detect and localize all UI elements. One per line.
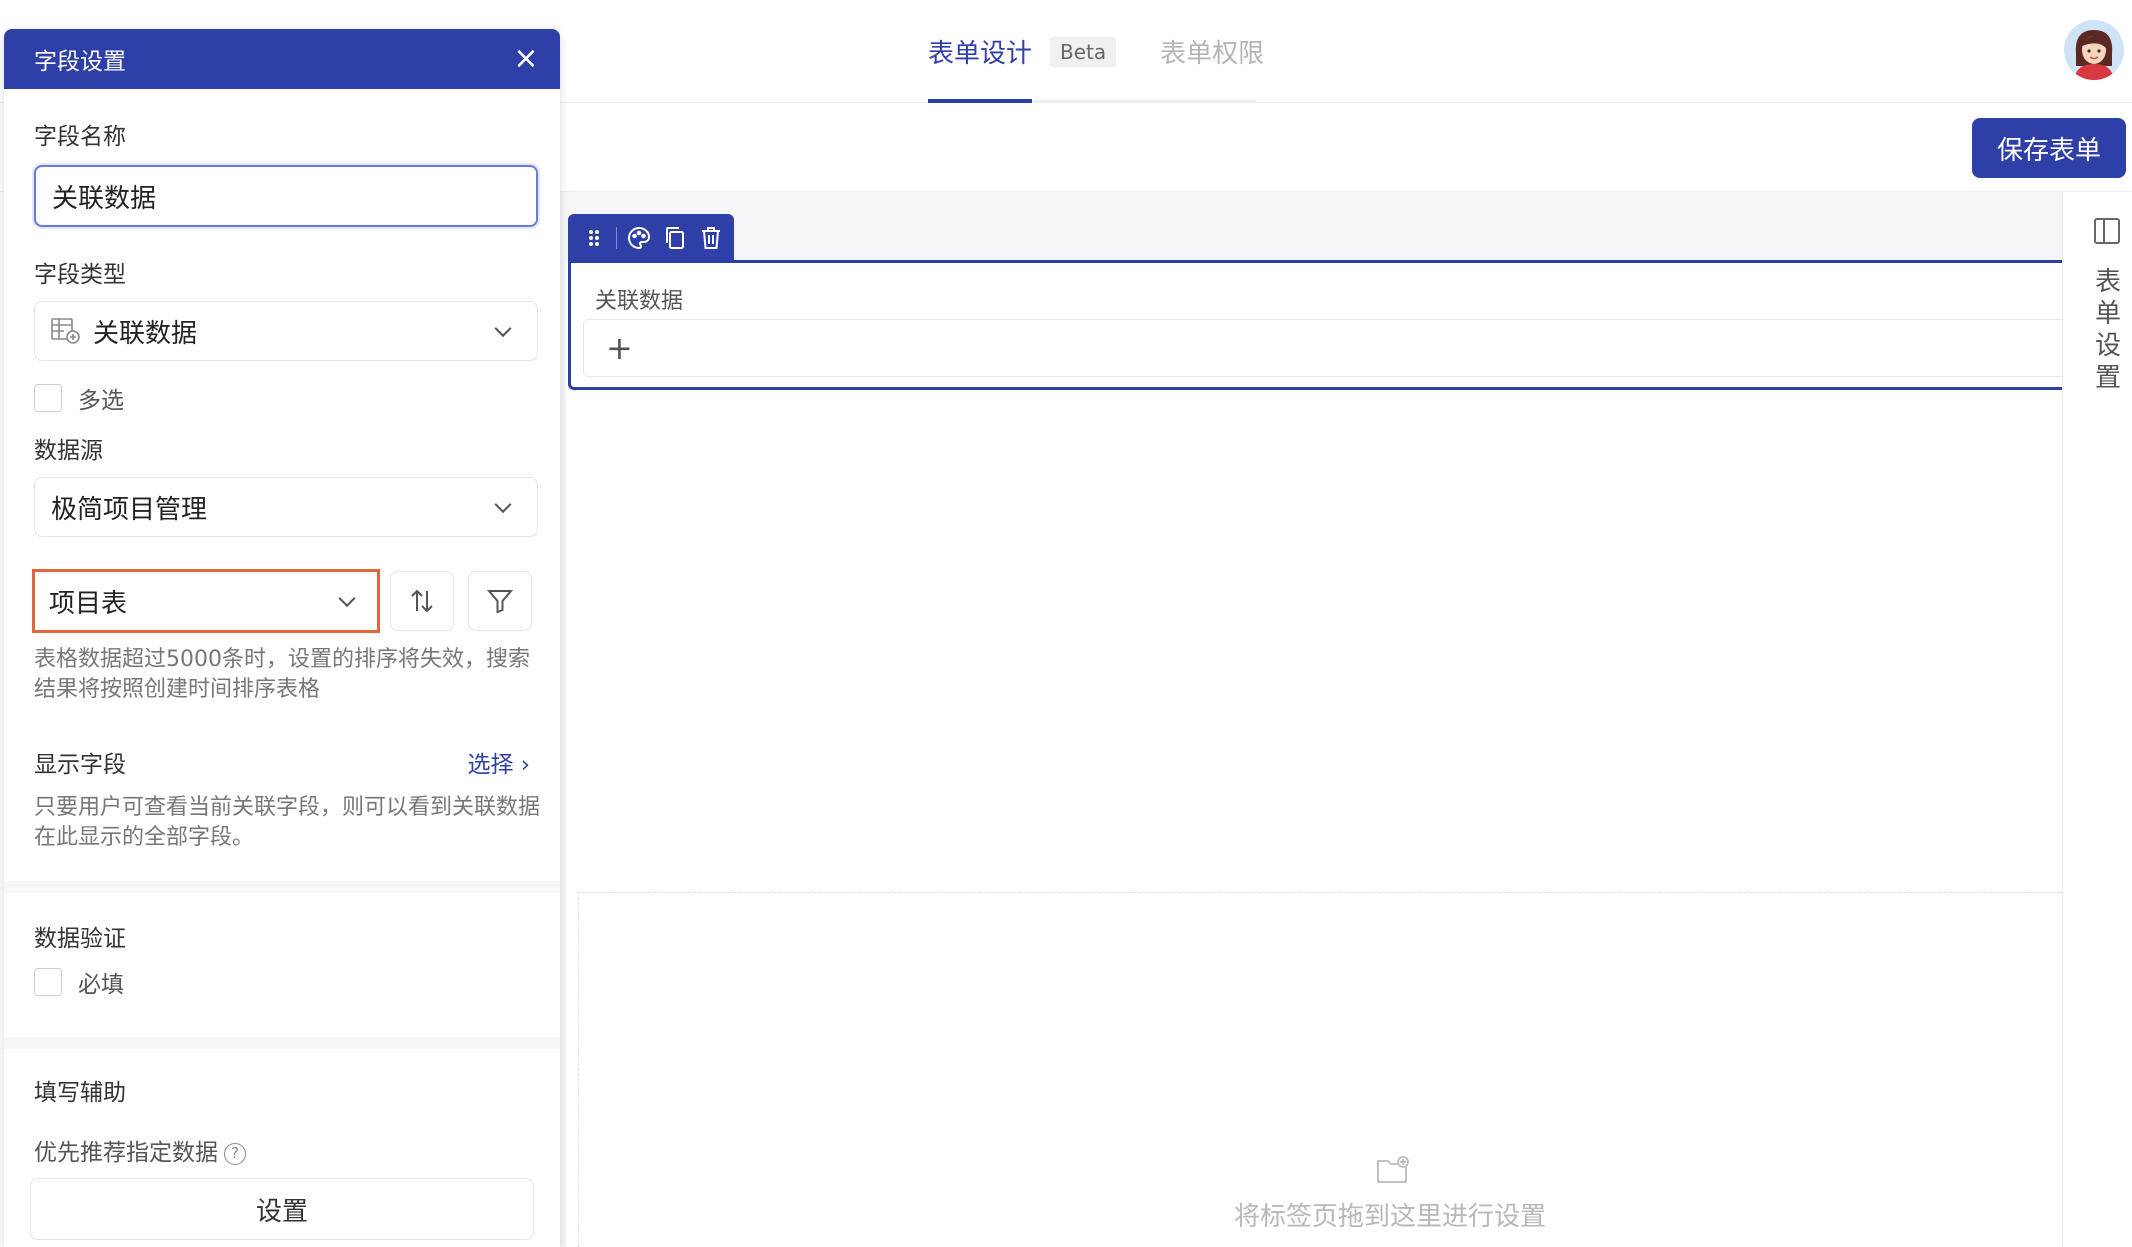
filter-icon [486,590,514,614]
expand-panel-icon[interactable] [2094,218,2120,244]
palette-icon[interactable] [621,220,657,256]
tab-form-design[interactable]: 表单设计 [928,0,1033,103]
beta-badge: Beta [1050,36,1117,67]
related-data-field-card[interactable]: 关联数据 + [568,260,2062,390]
tab-form-permissions[interactable]: 表单权限 [1160,0,1264,103]
chevron-right-icon: › [520,752,530,778]
tab-underline [1034,100,1256,102]
filter-button[interactable] [468,571,532,631]
panel-header: 字段设置 × [4,29,560,89]
field-name-label: 字段名称 [34,124,126,150]
tab-form-design-label: 表单设计 [928,39,1033,69]
display-fields-label: 显示字段 [34,752,126,778]
close-icon[interactable]: × [512,44,540,74]
validation-label: 数据验证 [34,926,126,952]
field-action-toolbar [568,214,734,262]
datasource-table-value: 项目表 [49,588,128,619]
sort-icon [411,589,433,613]
header-tabs: 表单设计 Beta 表单权限 [928,0,1264,103]
tab-form-permissions-label: 表单权限 [1160,39,1265,69]
field-settings-panel: 字段设置 × 字段名称 字段类型 关联数据 多选 数据源 极简项目管理 项目表 [4,29,560,1247]
plus-icon[interactable]: + [606,330,633,366]
select-link-label: 选择 [467,752,514,778]
help-question-icon[interactable]: ? [224,1143,246,1165]
copy-icon[interactable] [657,220,693,256]
folder-add-icon [1377,1156,1409,1183]
delete-icon[interactable] [693,220,729,256]
fill-assist-label: 填写辅助 [34,1080,126,1106]
datasource-app-select[interactable]: 极简项目管理 [34,477,538,537]
checkbox-box[interactable] [34,384,62,412]
related-data-icon [51,318,80,344]
recommend-data-label: 优先推荐指定数据? [34,1133,246,1167]
field-type-label: 字段类型 [34,262,126,288]
checkbox-box[interactable] [34,968,62,996]
required-label: 必填 [78,972,124,998]
multi-select-label: 多选 [78,388,124,414]
drag-handle-icon[interactable] [576,220,612,256]
datasource-help-text: 表格数据超过5000条时，设置的排序将失效，搜索结果将按照创建时间排序表格 [34,647,530,702]
datasource-app-value: 极简项目管理 [51,494,208,525]
multi-select-checkbox[interactable]: 多选 [34,381,124,415]
display-fields-select-link[interactable]: 选择 › [467,745,530,779]
field-type-value: 关联数据 [93,318,198,349]
display-fields-help-text: 只要用户可查看当前关联字段，则可以看到关联数据在此显示的全部字段。 [34,795,541,850]
user-avatar[interactable] [2064,20,2124,80]
tab-drop-zone[interactable] [578,892,2062,1247]
required-checkbox[interactable]: 必填 [34,965,124,999]
chevron-down-icon [494,496,512,514]
recommend-settings-button[interactable]: 设置 [30,1178,534,1240]
recommend-data-text: 优先推荐指定数据 [34,1140,218,1166]
drop-zone-hint: 将标签页拖到这里进行设置 [1234,1202,1547,1232]
field-name-input[interactable] [34,165,538,227]
save-form-button[interactable]: 保存表单 [1972,118,2126,178]
datasource-label: 数据源 [34,438,103,464]
form-settings-rail-label[interactable]: 表单设置 [2094,266,2122,394]
add-related-record-box[interactable]: + [583,319,2062,377]
toolbar-separator [616,227,617,249]
chevron-down-icon [494,320,512,338]
section-divider [4,881,560,893]
section-divider [4,1037,560,1049]
chevron-down-icon [338,590,356,608]
datasource-table-select[interactable]: 项目表 [32,569,380,633]
field-card-label: 关联数据 [595,289,684,314]
field-type-select[interactable]: 关联数据 [34,301,538,361]
sort-button[interactable] [390,571,454,631]
panel-title: 字段设置 [34,49,126,75]
